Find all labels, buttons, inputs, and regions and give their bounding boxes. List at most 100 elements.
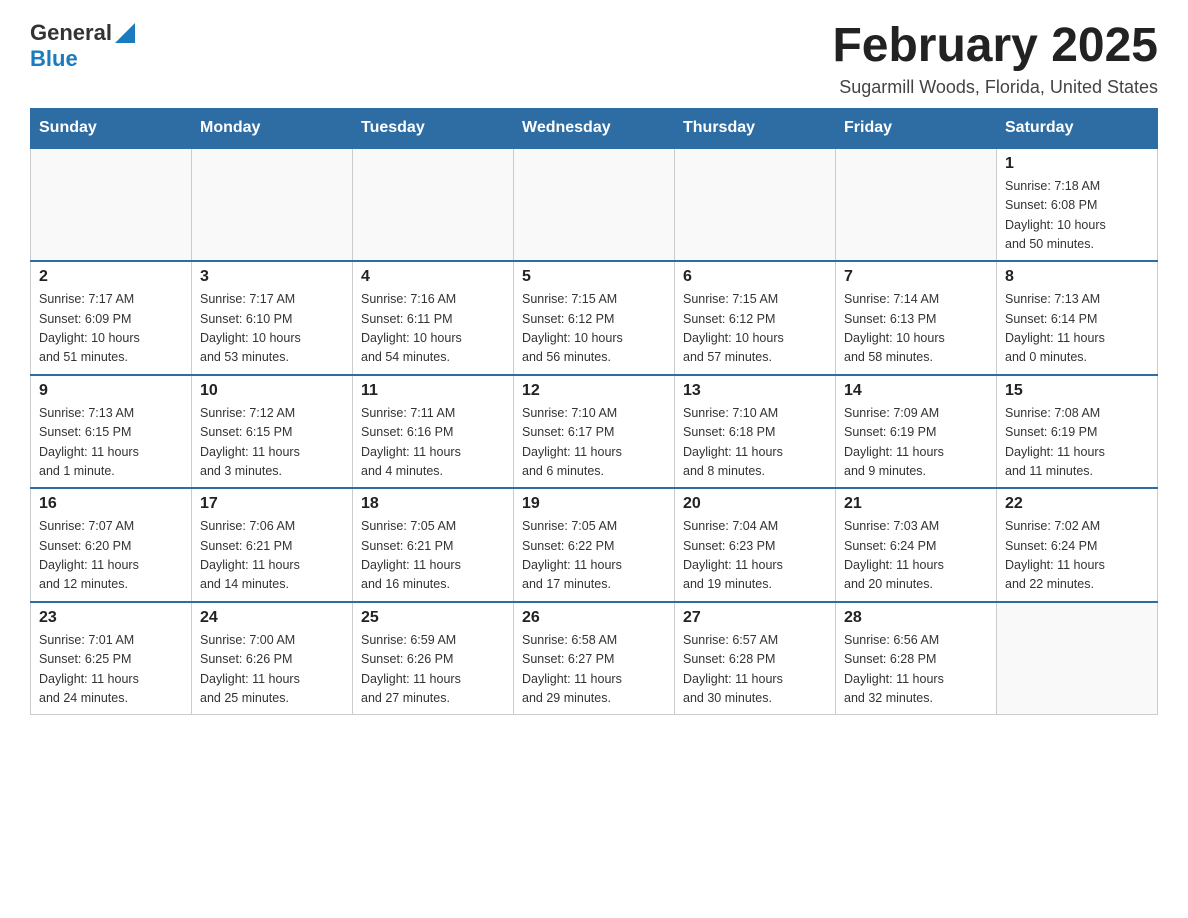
day-number: 28 xyxy=(844,609,988,627)
day-info: Sunrise: 7:15 AM Sunset: 6:12 PM Dayligh… xyxy=(683,290,827,368)
calendar-cell: 1Sunrise: 7:18 AM Sunset: 6:08 PM Daylig… xyxy=(997,148,1158,262)
calendar-cell: 26 Sunrise: 6:58 AM Sunset: 6:27 PM Dayli… xyxy=(514,602,675,715)
day-info: Sunrise: 7:03 AM Sunset: 6:24 PM Dayligh… xyxy=(844,517,988,595)
calendar-cell: 24 Sunrise: 7:00 AM Sunset: 6:26 PM Dayli… xyxy=(192,602,353,715)
day-number: 6 xyxy=(683,268,827,286)
calendar-week-row: 23 Sunrise: 7:01 AM Sunset: 6:25 PM Dayli… xyxy=(31,602,1158,715)
calendar-cell xyxy=(31,148,192,262)
day-info: Sunrise: 7:05 AM Sunset: 6:22 PM Dayligh… xyxy=(522,517,666,595)
day-number: 1 xyxy=(1005,155,1149,173)
day-number: 24 xyxy=(200,609,344,627)
day-number: 25 xyxy=(361,609,505,627)
day-number: 26 xyxy=(522,609,666,627)
calendar-cell: 11 Sunrise: 7:11 AM Sunset: 6:16 PM Dayli… xyxy=(353,375,514,489)
day-number: 20 xyxy=(683,495,827,513)
day-info: Sunrise: 6:59 AM Sunset: 6:26 PM Dayligh… xyxy=(361,631,505,709)
day-info: Sunrise: 6:56 AM Sunset: 6:28 PM Dayligh… xyxy=(844,631,988,709)
day-info: Sunrise: 7:10 AM Sunset: 6:18 PM Dayligh… xyxy=(683,404,827,482)
day-number: 16 xyxy=(39,495,183,513)
day-of-week-header: Saturday xyxy=(997,108,1158,148)
day-info: Sunrise: 7:11 AM Sunset: 6:16 PM Dayligh… xyxy=(361,404,505,482)
day-info: Sunrise: 7:17 AM Sunset: 6:10 PM Dayligh… xyxy=(200,290,344,368)
day-number: 8 xyxy=(1005,268,1149,286)
calendar-cell xyxy=(836,148,997,262)
calendar-cell: 4 Sunrise: 7:16 AM Sunset: 6:11 PM Daylig… xyxy=(353,261,514,375)
day-number: 23 xyxy=(39,609,183,627)
day-number: 21 xyxy=(844,495,988,513)
calendar-cell: 19 Sunrise: 7:05 AM Sunset: 6:22 PM Dayli… xyxy=(514,488,675,602)
calendar-cell: 27Sunrise: 6:57 AM Sunset: 6:28 PM Dayli… xyxy=(675,602,836,715)
calendar-cell: 2 Sunrise: 7:17 AM Sunset: 6:09 PM Daylig… xyxy=(31,261,192,375)
calendar-cell: 8 Sunrise: 7:13 AM Sunset: 6:14 PM Daylig… xyxy=(997,261,1158,375)
calendar-cell: 20Sunrise: 7:04 AM Sunset: 6:23 PM Dayli… xyxy=(675,488,836,602)
day-info: Sunrise: 7:02 AM Sunset: 6:24 PM Dayligh… xyxy=(1005,517,1149,595)
day-info: Sunrise: 7:00 AM Sunset: 6:26 PM Dayligh… xyxy=(200,631,344,709)
day-number: 17 xyxy=(200,495,344,513)
calendar-week-row: 2 Sunrise: 7:17 AM Sunset: 6:09 PM Daylig… xyxy=(31,261,1158,375)
logo-blue: Blue xyxy=(30,46,78,71)
day-info: Sunrise: 7:06 AM Sunset: 6:21 PM Dayligh… xyxy=(200,517,344,595)
logo: General Blue xyxy=(30,20,135,72)
month-title: February 2025 xyxy=(832,20,1158,73)
day-info: Sunrise: 7:01 AM Sunset: 6:25 PM Dayligh… xyxy=(39,631,183,709)
day-of-week-header: Sunday xyxy=(31,108,192,148)
calendar-week-row: 1Sunrise: 7:18 AM Sunset: 6:08 PM Daylig… xyxy=(31,148,1158,262)
calendar-cell xyxy=(353,148,514,262)
calendar-cell: 6 Sunrise: 7:15 AM Sunset: 6:12 PM Daylig… xyxy=(675,261,836,375)
day-number: 11 xyxy=(361,382,505,400)
day-number: 15 xyxy=(1005,382,1149,400)
day-number: 19 xyxy=(522,495,666,513)
day-info: Sunrise: 7:17 AM Sunset: 6:09 PM Dayligh… xyxy=(39,290,183,368)
calendar-cell xyxy=(997,602,1158,715)
day-of-week-header: Tuesday xyxy=(353,108,514,148)
day-number: 9 xyxy=(39,382,183,400)
calendar-cell xyxy=(514,148,675,262)
day-of-week-header: Friday xyxy=(836,108,997,148)
day-of-week-header: Thursday xyxy=(675,108,836,148)
calendar-cell: 23 Sunrise: 7:01 AM Sunset: 6:25 PM Dayli… xyxy=(31,602,192,715)
day-info: Sunrise: 7:15 AM Sunset: 6:12 PM Dayligh… xyxy=(522,290,666,368)
day-info: Sunrise: 7:09 AM Sunset: 6:19 PM Dayligh… xyxy=(844,404,988,482)
day-info: Sunrise: 6:57 AM Sunset: 6:28 PM Dayligh… xyxy=(683,631,827,709)
calendar-week-row: 9 Sunrise: 7:13 AM Sunset: 6:15 PM Daylig… xyxy=(31,375,1158,489)
calendar-cell: 12 Sunrise: 7:10 AM Sunset: 6:17 PM Dayli… xyxy=(514,375,675,489)
calendar-cell: 28 Sunrise: 6:56 AM Sunset: 6:28 PM Dayli… xyxy=(836,602,997,715)
day-info: Sunrise: 6:58 AM Sunset: 6:27 PM Dayligh… xyxy=(522,631,666,709)
calendar-cell: 3 Sunrise: 7:17 AM Sunset: 6:10 PM Daylig… xyxy=(192,261,353,375)
day-info: Sunrise: 7:13 AM Sunset: 6:14 PM Dayligh… xyxy=(1005,290,1149,368)
calendar-cell: 17 Sunrise: 7:06 AM Sunset: 6:21 PM Dayli… xyxy=(192,488,353,602)
day-info: Sunrise: 7:16 AM Sunset: 6:11 PM Dayligh… xyxy=(361,290,505,368)
day-info: Sunrise: 7:08 AM Sunset: 6:19 PM Dayligh… xyxy=(1005,404,1149,482)
day-number: 4 xyxy=(361,268,505,286)
day-number: 10 xyxy=(200,382,344,400)
calendar-cell: 14Sunrise: 7:09 AM Sunset: 6:19 PM Dayli… xyxy=(836,375,997,489)
day-number: 2 xyxy=(39,268,183,286)
day-info: Sunrise: 7:14 AM Sunset: 6:13 PM Dayligh… xyxy=(844,290,988,368)
location: Sugarmill Woods, Florida, United States xyxy=(832,77,1158,98)
calendar-table: SundayMondayTuesdayWednesdayThursdayFrid… xyxy=(30,108,1158,716)
day-number: 3 xyxy=(200,268,344,286)
calendar-cell xyxy=(192,148,353,262)
day-of-week-header: Monday xyxy=(192,108,353,148)
calendar-cell: 10 Sunrise: 7:12 AM Sunset: 6:15 PM Dayli… xyxy=(192,375,353,489)
calendar-cell: 9 Sunrise: 7:13 AM Sunset: 6:15 PM Daylig… xyxy=(31,375,192,489)
day-info: Sunrise: 7:12 AM Sunset: 6:15 PM Dayligh… xyxy=(200,404,344,482)
day-info: Sunrise: 7:10 AM Sunset: 6:17 PM Dayligh… xyxy=(522,404,666,482)
day-of-week-header: Wednesday xyxy=(514,108,675,148)
calendar-cell: 18 Sunrise: 7:05 AM Sunset: 6:21 PM Dayli… xyxy=(353,488,514,602)
calendar-cell: 25 Sunrise: 6:59 AM Sunset: 6:26 PM Dayli… xyxy=(353,602,514,715)
day-info: Sunrise: 7:13 AM Sunset: 6:15 PM Dayligh… xyxy=(39,404,183,482)
day-number: 18 xyxy=(361,495,505,513)
calendar-cell: 16Sunrise: 7:07 AM Sunset: 6:20 PM Dayli… xyxy=(31,488,192,602)
calendar-cell: 22Sunrise: 7:02 AM Sunset: 6:24 PM Dayli… xyxy=(997,488,1158,602)
calendar-week-row: 16Sunrise: 7:07 AM Sunset: 6:20 PM Dayli… xyxy=(31,488,1158,602)
calendar-cell: 7 Sunrise: 7:14 AM Sunset: 6:13 PM Daylig… xyxy=(836,261,997,375)
day-info: Sunrise: 7:05 AM Sunset: 6:21 PM Dayligh… xyxy=(361,517,505,595)
page-header: General Blue February 2025 Sugarmill Woo… xyxy=(30,20,1158,98)
logo-general: General xyxy=(30,20,112,46)
logo-triangle-icon xyxy=(115,23,135,43)
day-number: 12 xyxy=(522,382,666,400)
calendar-cell xyxy=(675,148,836,262)
calendar-header-row: SundayMondayTuesdayWednesdayThursdayFrid… xyxy=(31,108,1158,148)
day-number: 7 xyxy=(844,268,988,286)
